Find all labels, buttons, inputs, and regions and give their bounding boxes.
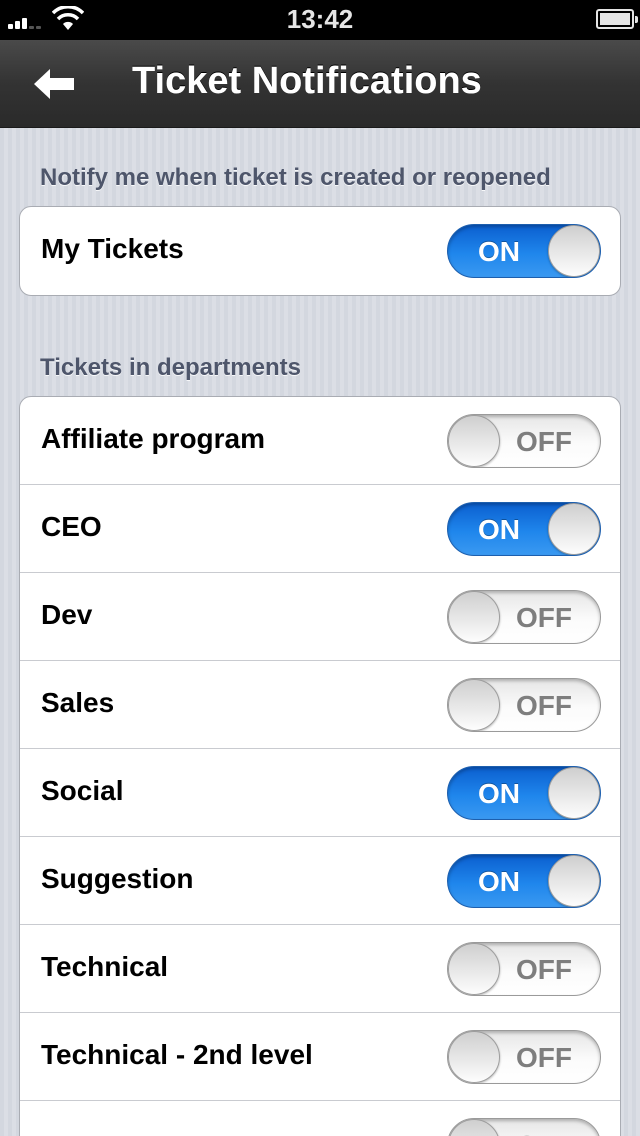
toggle-switch[interactable]: ON — [447, 854, 601, 908]
list-item: Affiliate program OFF — [20, 397, 620, 485]
section-header-notify: Notify me when ticket is created or reop… — [40, 164, 551, 191]
row-label: My Tickets — [41, 233, 184, 264]
toggle-switch[interactable]: ON — [447, 502, 601, 556]
toggle-switch[interactable]: OFF — [447, 1030, 601, 1084]
toggle-state-label: ON — [478, 778, 520, 809]
toggle-knob — [548, 855, 600, 907]
toggle-knob — [548, 767, 600, 819]
section-header-departments: Tickets in departments — [40, 354, 301, 381]
row-label: CEO — [41, 511, 102, 542]
my-tickets-group: My Tickets ON — [19, 206, 621, 296]
battery-icon — [596, 9, 638, 29]
toggle-knob — [448, 679, 500, 731]
toggle-state-label: OFF — [516, 690, 572, 721]
toggle-knob — [448, 415, 500, 467]
toggle-knob — [448, 943, 500, 995]
toggle-switch[interactable]: ON — [447, 224, 601, 278]
toggle-knob — [448, 1119, 500, 1136]
list-item: Suggestion ON — [20, 837, 620, 925]
list-item: Social ON — [20, 749, 620, 837]
toggle-knob — [548, 503, 600, 555]
toggle-switch[interactable]: OFF — [447, 414, 601, 468]
toggle-knob — [548, 225, 600, 277]
toggle-state-label: ON — [478, 514, 520, 545]
toggle-state-label: ON — [478, 866, 520, 897]
row-label: Suggestion — [41, 863, 194, 894]
row-label: Affiliate program — [41, 423, 266, 454]
toggle-state-label: ON — [478, 236, 520, 267]
back-button[interactable] — [22, 58, 86, 110]
list-item: Technical OFF — [20, 925, 620, 1013]
row-label: Technical - 2nd level — [41, 1039, 313, 1070]
row-label: Technical — [41, 951, 169, 982]
departments-group: Affiliate program OFF CEO ON Dev OFF Sal… — [19, 396, 621, 1136]
list-item: Technical - 2nd level OFF — [20, 1013, 620, 1101]
toggle-state-label: OFF — [516, 602, 572, 633]
back-arrow-icon — [34, 69, 74, 99]
list-item: Dev OFF — [20, 573, 620, 661]
toggle-switch[interactable]: OFF — [447, 942, 601, 996]
page-title: Ticket Notifications — [132, 60, 482, 102]
toggle-knob — [448, 1031, 500, 1083]
navigation-bar: Ticket Notifications — [0, 40, 640, 128]
toggle-switch[interactable]: OFF — [447, 590, 601, 644]
status-time: 13:42 — [286, 4, 354, 34]
toggle-knob — [448, 591, 500, 643]
list-item: OFF — [20, 1101, 620, 1136]
toggle-state-label: OFF — [516, 954, 572, 985]
status-bar: 13:42 — [0, 0, 640, 40]
list-item: My Tickets ON — [20, 207, 620, 295]
list-item: Sales OFF — [20, 661, 620, 749]
toggle-switch[interactable]: ON — [447, 766, 601, 820]
row-label: Dev — [41, 599, 93, 630]
row-label: Social — [41, 775, 124, 806]
list-item: CEO ON — [20, 485, 620, 573]
toggle-state-label: OFF — [516, 426, 572, 457]
toggle-state-label: OFF — [516, 1130, 572, 1136]
row-label: Sales — [41, 687, 115, 718]
toggle-switch[interactable]: OFF — [447, 678, 601, 732]
toggle-state-label: OFF — [516, 1042, 572, 1073]
toggle-switch[interactable]: OFF — [447, 1118, 601, 1136]
